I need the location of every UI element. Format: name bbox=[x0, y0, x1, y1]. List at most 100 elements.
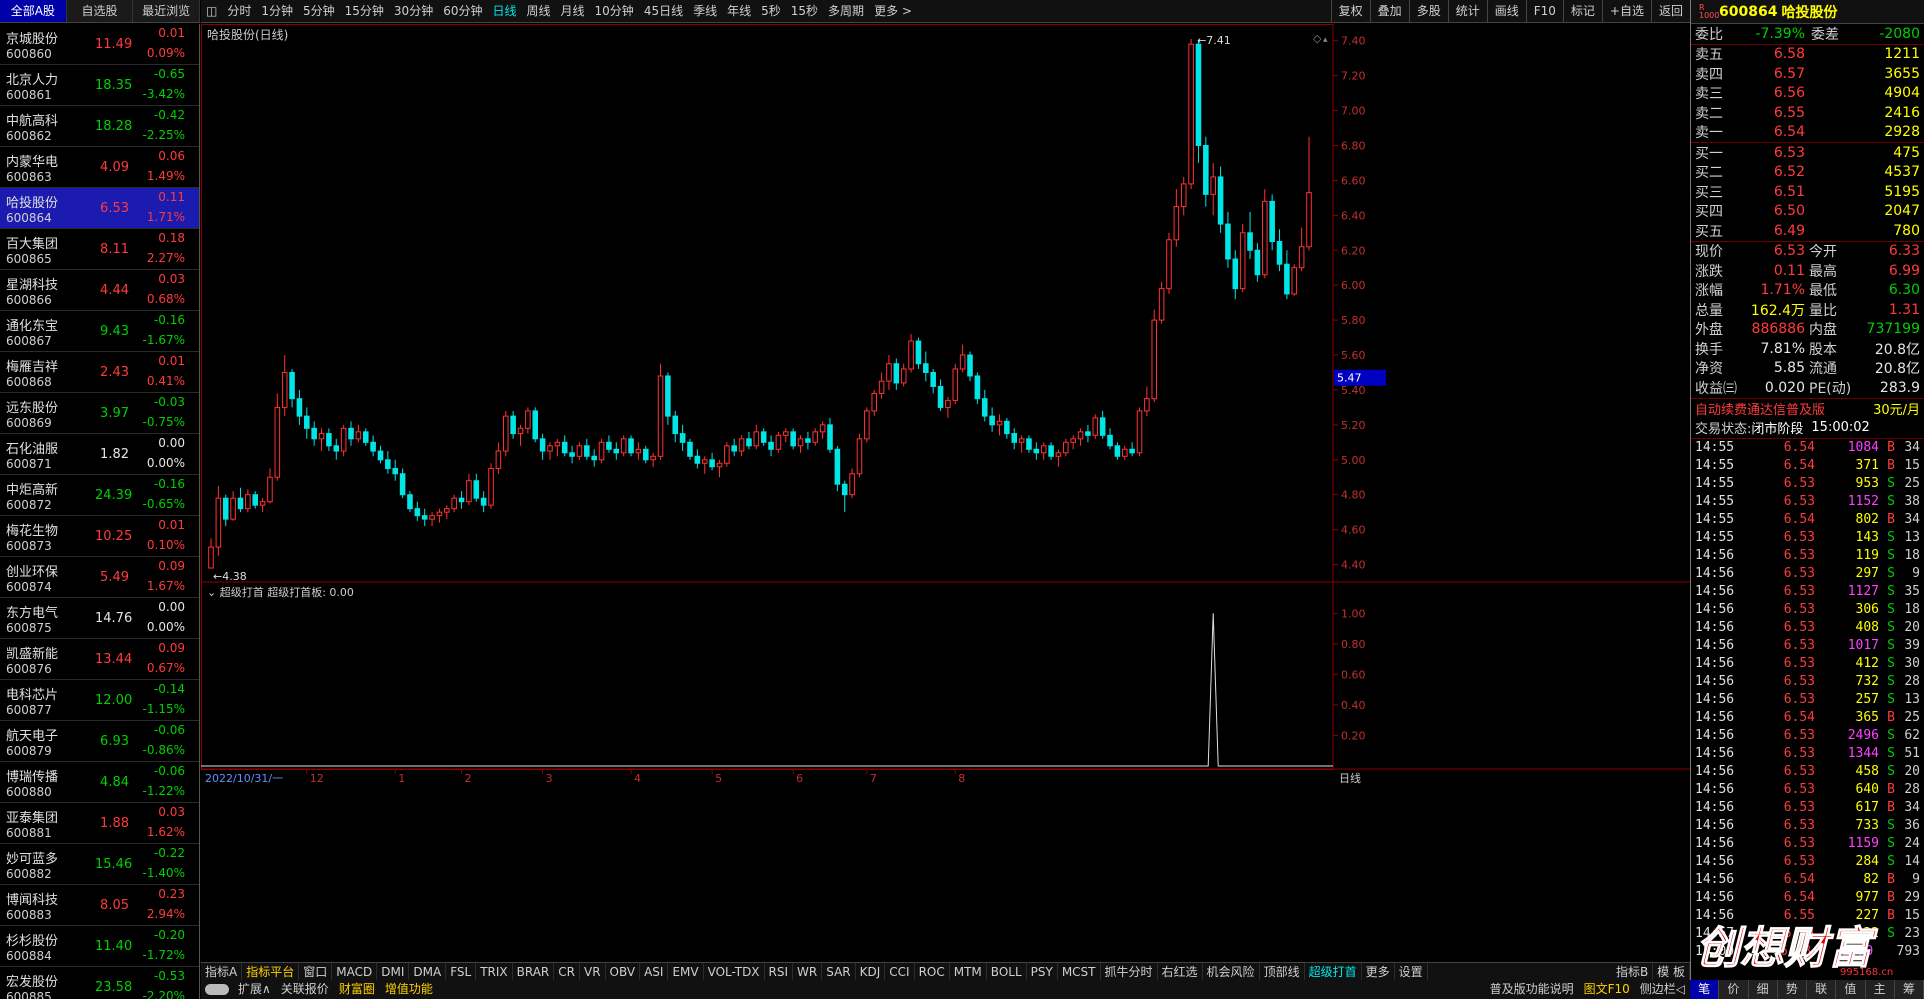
stock-row[interactable]: 梅花生物 600873 10.25 0.01 0.10% bbox=[0, 516, 199, 557]
stock-row[interactable]: 远东股份 600869 3.97 -0.03 -0.75% bbox=[0, 393, 199, 434]
indicator-tab[interactable]: FSL bbox=[446, 963, 477, 980]
indicator-right-tab[interactable]: 模 板 bbox=[1653, 963, 1690, 980]
indicator-tab[interactable]: PSY bbox=[1027, 963, 1058, 980]
quote-tab[interactable]: 势 bbox=[1778, 980, 1807, 999]
extension-tab[interactable]: 增值功能 bbox=[380, 980, 438, 999]
tick-list[interactable]: 14:55 6.54 1084 B 34 14:55 6.54 371 B 15 14:55 6.53… bbox=[1691, 439, 1924, 961]
stock-row[interactable]: 石化油服 600871 1.82 0.00 0.00% bbox=[0, 434, 199, 475]
promo-row[interactable]: 自动续费通达信普及版 30元/月 bbox=[1691, 399, 1924, 419]
indicator-tab[interactable]: 窗口 bbox=[299, 963, 333, 980]
extension-right-tab[interactable]: 侧边栏◁ bbox=[1635, 980, 1690, 999]
period-tab[interactable]: 周线 bbox=[522, 0, 556, 22]
stock-row[interactable]: 航天电子 600879 6.93 -0.06 -0.86% bbox=[0, 721, 199, 762]
tool-button[interactable]: F10 bbox=[1525, 0, 1563, 22]
tool-button[interactable]: 复权 bbox=[1330, 0, 1370, 22]
left-tab[interactable]: 最近浏览 bbox=[133, 0, 201, 22]
stock-row[interactable]: 博瑞传播 600880 4.84 -0.06 -1.22% bbox=[0, 762, 199, 803]
indicator-tab[interactable]: 顶部线 bbox=[1260, 963, 1305, 980]
quote-tab[interactable]: 筹 bbox=[1895, 980, 1924, 999]
left-tab[interactable]: 全部A股 bbox=[0, 0, 67, 22]
stock-row[interactable]: 百大集团 600865 8.11 0.18 2.27% bbox=[0, 229, 199, 270]
stock-row[interactable]: 凯盛新能 600876 13.44 0.09 0.67% bbox=[0, 639, 199, 680]
period-tab[interactable]: 分时 bbox=[222, 0, 256, 22]
indicator-tab[interactable]: SAR bbox=[822, 963, 856, 980]
period-tab[interactable]: 季线 bbox=[688, 0, 722, 22]
stock-row[interactable]: 创业环保 600874 5.49 0.09 1.67% bbox=[0, 557, 199, 598]
stock-row[interactable]: 电科芯片 600877 12.00 -0.14 -1.15% bbox=[0, 680, 199, 721]
indicator-tab[interactable]: WR bbox=[793, 963, 823, 980]
stock-row[interactable]: 内蒙华电 600863 4.09 0.06 1.49% bbox=[0, 147, 199, 188]
indicator-tab[interactable]: CCI bbox=[885, 963, 915, 980]
tool-button[interactable]: 标记 bbox=[1562, 0, 1602, 22]
indicator-tab[interactable]: ASI bbox=[640, 963, 669, 980]
indicator-tab[interactable]: EMV bbox=[668, 963, 704, 980]
indicator-right-tab[interactable]: 指标B bbox=[1612, 963, 1654, 980]
stock-row[interactable]: 通化东宝 600867 9.43 -0.16 -1.67% bbox=[0, 311, 199, 352]
toggle-switch-icon[interactable] bbox=[205, 984, 229, 995]
period-tab[interactable]: 15分钟 bbox=[340, 0, 389, 22]
indicator-tab[interactable]: DMA bbox=[409, 963, 447, 980]
indicator-tab[interactable]: 设置 bbox=[1395, 963, 1428, 980]
indicator-tab[interactable]: 指标A bbox=[201, 963, 243, 980]
quote-tab[interactable]: 值 bbox=[1836, 980, 1866, 999]
stock-row[interactable]: 妙可蓝多 600882 15.46 -0.22 -1.40% bbox=[0, 844, 199, 885]
quote-tab[interactable]: 细 bbox=[1749, 980, 1778, 999]
quote-tab[interactable]: 价 bbox=[1719, 980, 1749, 999]
indicator-tab[interactable]: VR bbox=[580, 963, 606, 980]
scale-mode[interactable]: 日线 bbox=[1339, 771, 1361, 785]
quote-tab[interactable]: 笔 bbox=[1690, 980, 1720, 999]
indicator-tab[interactable]: OBV bbox=[606, 963, 641, 980]
period-tab[interactable]: 10分钟 bbox=[590, 0, 639, 22]
tool-button[interactable]: 多股 bbox=[1408, 0, 1448, 22]
stock-row[interactable]: 杉杉股份 600884 11.40 -0.20 -1.72% bbox=[0, 926, 199, 967]
period-tab[interactable]: 30分钟 bbox=[389, 0, 438, 22]
quote-tab[interactable]: 联 bbox=[1807, 980, 1837, 999]
stock-row[interactable]: 北京人力 600861 18.35 -0.65 -3.42% bbox=[0, 65, 199, 106]
indicator-tab[interactable]: VOL-TDX bbox=[704, 963, 765, 980]
kline-chart[interactable]: 哈投股份(日线) 7.40 7.20 7.00 6.80 6.60 6.40 6.20 6.00… bbox=[201, 24, 1690, 962]
indicator-tab[interactable]: KDJ bbox=[856, 963, 886, 980]
period-tab[interactable]: 更多 > bbox=[869, 0, 917, 22]
indicator-tab[interactable]: 抓牛分时 bbox=[1101, 963, 1158, 980]
stock-row[interactable]: 星湖科技 600866 4.44 0.03 0.68% bbox=[0, 270, 199, 311]
indicator-tab[interactable]: 更多 bbox=[1362, 963, 1395, 980]
stock-row[interactable]: 京城股份 600860 11.49 0.01 0.09% bbox=[0, 24, 199, 65]
period-tab[interactable]: 年线 bbox=[722, 0, 756, 22]
indicator-tab[interactable]: MACD bbox=[332, 963, 378, 980]
indicator-tab[interactable]: BOLL bbox=[987, 963, 1027, 980]
extension-tab[interactable]: 关联报价 bbox=[276, 980, 334, 999]
period-tab[interactable]: 5秒 bbox=[756, 0, 786, 22]
indicator-tab[interactable]: ROC bbox=[915, 963, 950, 980]
period-tab[interactable]: 1分钟 bbox=[256, 0, 298, 22]
period-tab[interactable]: 多周期 bbox=[823, 0, 869, 22]
indicator-tab[interactable]: BRAR bbox=[513, 963, 555, 980]
stock-row[interactable]: 中航高科 600862 18.28 -0.42 -2.25% bbox=[0, 106, 199, 147]
tool-button[interactable]: 叠加 bbox=[1369, 0, 1409, 22]
indicator-tab[interactable]: 右红选 bbox=[1158, 963, 1203, 980]
stock-row[interactable]: 梅雁吉祥 600868 2.43 0.01 0.41% bbox=[0, 352, 199, 393]
stock-row[interactable]: 亚泰集团 600881 1.88 0.03 1.62% bbox=[0, 803, 199, 844]
extension-right-tab[interactable]: 图文F10 bbox=[1579, 980, 1635, 999]
indicator-tab[interactable]: TRIX bbox=[476, 963, 513, 980]
scroll-up-icon[interactable]: ▴ bbox=[1323, 35, 1328, 45]
stock-row[interactable]: 宏发股份 600885 23.58 -0.53 -2.20% bbox=[0, 967, 199, 999]
indicator-tab[interactable]: MCST bbox=[1058, 963, 1101, 980]
tool-button[interactable]: +自选 bbox=[1601, 0, 1651, 22]
tool-button[interactable]: 画线 bbox=[1486, 0, 1526, 22]
period-tab[interactable]: 45日线 bbox=[639, 0, 688, 22]
extension-right-tab[interactable]: 普及版功能说明 bbox=[1485, 980, 1579, 999]
period-tab[interactable]: 日线 bbox=[487, 0, 521, 22]
indicator-tab[interactable]: MTM bbox=[950, 963, 987, 980]
tool-button[interactable]: 统计 bbox=[1447, 0, 1487, 22]
stock-row[interactable]: 博闻科技 600883 8.05 0.23 2.94% bbox=[0, 885, 199, 926]
indicator-tab[interactable]: CR bbox=[554, 963, 580, 980]
period-tab[interactable]: 5分钟 bbox=[298, 0, 340, 22]
tool-button[interactable]: 返回 bbox=[1650, 0, 1690, 22]
period-tab[interactable]: 15秒 bbox=[786, 0, 823, 22]
period-tab[interactable]: 60分钟 bbox=[438, 0, 487, 22]
stock-row[interactable]: 中炬高新 600872 24.39 -0.16 -0.65% bbox=[0, 475, 199, 516]
indicator-tab[interactable]: RSI bbox=[765, 963, 794, 980]
indicator-tab[interactable]: 超级打首 bbox=[1305, 963, 1362, 980]
diamond-icon[interactable]: ◇ bbox=[1313, 32, 1322, 45]
quote-tab[interactable]: 主 bbox=[1866, 980, 1895, 999]
